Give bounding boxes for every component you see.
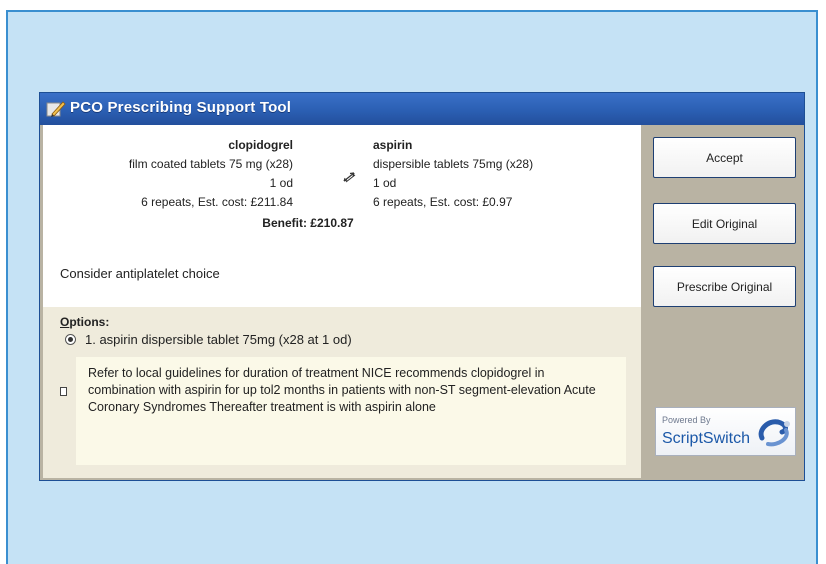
logo-brand: ScriptSwitch bbox=[662, 430, 751, 447]
suggested-drug: aspirin dispersible tablets 75mg (x28) 1… bbox=[373, 136, 633, 212]
suggested-drug-dose: 1 od bbox=[373, 176, 397, 190]
edit-original-button[interactable]: Edit Original bbox=[653, 203, 796, 244]
suggested-drug-form: dispersible tablets 75mg (x28) bbox=[373, 157, 534, 171]
original-drug: clopidogrel film coated tablets 75 mg (x… bbox=[83, 136, 293, 212]
suggested-drug-cost: 6 repeats, Est. cost: £0.97 bbox=[373, 195, 513, 209]
options-section: Options: 1. aspirin dispersible tablet 7… bbox=[43, 307, 641, 478]
guideline-note: Refer to local guidelines for duration o… bbox=[76, 357, 626, 465]
scriptswitch-mark-icon bbox=[758, 419, 790, 447]
options-heading: Options: bbox=[60, 315, 109, 329]
window-title: PCO Prescribing Support Tool bbox=[70, 99, 292, 116]
suggested-drug-name: aspirin bbox=[373, 138, 413, 152]
prescribing-support-dialog: PCO Prescribing Support Tool clopidogrel… bbox=[39, 92, 805, 481]
original-drug-name: clopidogrel bbox=[228, 138, 293, 152]
prescribe-original-button[interactable]: Prescribe Original bbox=[653, 266, 796, 307]
original-drug-cost: 6 repeats, Est. cost: £211.84 bbox=[141, 195, 293, 209]
original-drug-dose: 1 od bbox=[269, 176, 293, 190]
tool-icon bbox=[46, 101, 66, 117]
benefit-text: Benefit: £210.87 bbox=[262, 216, 354, 230]
options-heading-accesskey: O bbox=[60, 315, 70, 329]
option-1-label[interactable]: 1. aspirin dispersible tablet 75mg (x28 … bbox=[85, 332, 352, 347]
accept-button[interactable]: Accept bbox=[653, 137, 796, 178]
scriptswitch-logo: Powered By ScriptSwitch bbox=[655, 407, 796, 456]
title-bar[interactable]: PCO Prescribing Support Tool bbox=[40, 93, 804, 125]
message-text: Consider antiplatelet choice bbox=[60, 266, 220, 281]
option-1-radio[interactable] bbox=[65, 334, 76, 345]
recommendation-panel: clopidogrel film coated tablets 75 mg (x… bbox=[43, 125, 641, 478]
logo-powered-by: Powered By bbox=[662, 415, 711, 425]
original-drug-form: film coated tablets 75 mg (x28) bbox=[128, 157, 293, 171]
options-heading-text: ptions: bbox=[69, 315, 110, 329]
action-sidebar: Accept Edit Original Prescribe Original … bbox=[641, 125, 803, 478]
switch-arrows-icon bbox=[343, 172, 356, 183]
note-checkbox[interactable] bbox=[60, 387, 67, 396]
